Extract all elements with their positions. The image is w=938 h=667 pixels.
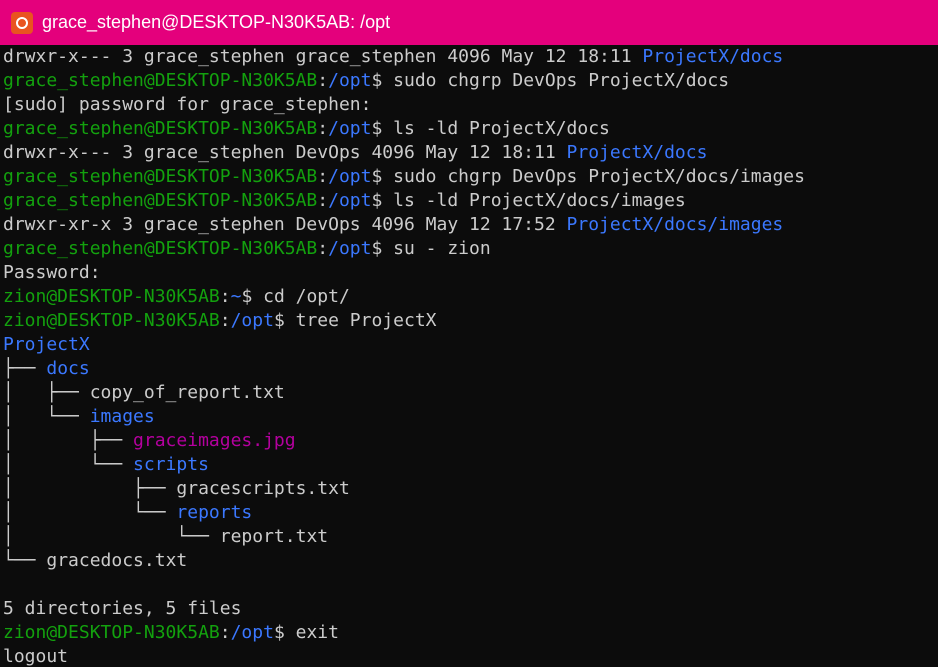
terminal-line: grace_stephen@DESKTOP-N30K5AB:/opt$ sudo… (3, 165, 938, 189)
terminal-text: drwxr-x--- 3 grace_stephen DevOps 4096 M… (3, 142, 567, 163)
terminal-line: 5 directories, 5 files (3, 597, 938, 621)
terminal-text: grace_stephen@DESKTOP-N30K5AB (3, 166, 318, 187)
terminal-text: reports (176, 502, 253, 523)
terminal-text: /opt (328, 118, 372, 139)
terminal-line: │ └── reports (3, 501, 938, 525)
terminal-line: grace_stephen@DESKTOP-N30K5AB:/opt$ ls -… (3, 189, 938, 213)
terminal-text: : (317, 238, 329, 259)
terminal-line: drwxr-xr-x 3 grace_stephen DevOps 4096 M… (3, 213, 938, 237)
terminal-line: │ └── images (3, 405, 938, 429)
terminal-text: report.txt (219, 526, 329, 547)
terminal-text: logout (3, 646, 69, 667)
terminal-text: zion@DESKTOP-N30K5AB (3, 310, 220, 331)
terminal-text: docs (46, 358, 90, 379)
terminal-text: : (219, 286, 231, 307)
terminal-text: ProjectX/docs/images (566, 214, 784, 235)
terminal-text: /opt (328, 238, 372, 259)
terminal-text: gracedocs.txt (46, 550, 188, 571)
terminal-text: : (317, 118, 329, 139)
terminal-text: grace_stephen@DESKTOP-N30K5AB (3, 118, 318, 139)
terminal-text: $ exit (273, 622, 339, 643)
ubuntu-icon[interactable] (11, 11, 33, 34)
terminal-text: │ ├── (3, 478, 177, 499)
terminal-text: $ ls -ld ProjectX/docs/images (371, 190, 686, 211)
terminal-text: : (317, 190, 329, 211)
terminal-text: ├── (3, 358, 47, 379)
title-bar[interactable]: grace_stephen@DESKTOP-N30K5AB: /opt (0, 0, 938, 45)
terminal-text: : (317, 166, 329, 187)
terminal-text: │ └── (3, 454, 134, 475)
terminal-text: /opt (328, 70, 372, 91)
terminal-text: graceimages.jpg (133, 430, 296, 451)
terminal-text: : (317, 70, 329, 91)
terminal-text: ProjectX/docs (642, 46, 784, 67)
terminal-text: │ ├── (3, 382, 90, 403)
terminal-text: $ su - zion (371, 238, 491, 259)
terminal-output[interactable]: drwxr-x--- 3 grace_stephen grace_stephen… (0, 45, 938, 667)
terminal-text: grace_stephen@DESKTOP-N30K5AB (3, 190, 318, 211)
terminal-text: grace_stephen@DESKTOP-N30K5AB (3, 238, 318, 259)
terminal-text: └── (3, 550, 47, 571)
terminal-text: │ ├── (3, 430, 134, 451)
terminal-text: /opt (230, 622, 274, 643)
terminal-text: : (219, 622, 231, 643)
terminal-line: Password: (3, 261, 938, 285)
terminal-line: zion@DESKTOP-N30K5AB:/opt$ tree ProjectX (3, 309, 938, 333)
terminal-text: copy_of_report.txt (89, 382, 285, 403)
terminal-line: zion@DESKTOP-N30K5AB:/opt$ exit (3, 621, 938, 645)
terminal-text: $ cd /opt/ (241, 286, 350, 307)
terminal-text: /opt (328, 190, 372, 211)
terminal-text: /opt (328, 166, 372, 187)
terminal-line: drwxr-x--- 3 grace_stephen grace_stephen… (3, 45, 938, 69)
terminal-line: zion@DESKTOP-N30K5AB:~$ cd /opt/ (3, 285, 938, 309)
terminal-line: │ ├── graceimages.jpg (3, 429, 938, 453)
terminal-line: └── gracedocs.txt (3, 549, 938, 573)
terminal-text: 5 directories, 5 files (3, 598, 242, 619)
terminal-text: $ ls -ld ProjectX/docs (371, 118, 610, 139)
terminal-window: grace_stephen@DESKTOP-N30K5AB: /opt drwx… (0, 0, 938, 667)
terminal-text: gracescripts.txt (176, 478, 350, 499)
terminal-text: $ sudo chgrp DevOps ProjectX/docs/images (371, 166, 805, 187)
terminal-text: Password: (3, 262, 101, 283)
terminal-line: │ └── scripts (3, 453, 938, 477)
terminal-line: drwxr-x--- 3 grace_stephen DevOps 4096 M… (3, 141, 938, 165)
terminal-line: [sudo] password for grace_stephen: (3, 93, 938, 117)
terminal-text: ProjectX (3, 334, 90, 355)
terminal-text: ProjectX/docs (566, 142, 708, 163)
terminal-text: $ sudo chgrp DevOps ProjectX/docs (371, 70, 730, 91)
terminal-line: │ ├── gracescripts.txt (3, 477, 938, 501)
terminal-text: drwxr-x--- 3 grace_stephen grace_stephen… (3, 46, 643, 67)
terminal-text: /opt (230, 310, 274, 331)
terminal-text: drwxr-xr-x 3 grace_stephen DevOps 4096 M… (3, 214, 567, 235)
terminal-text: │ └── (3, 406, 90, 427)
terminal-text: images (89, 406, 155, 427)
terminal-line: logout (3, 645, 938, 667)
terminal-text: │ └── (3, 502, 177, 523)
terminal-text: : (219, 310, 231, 331)
terminal-line: │ ├── copy_of_report.txt (3, 381, 938, 405)
terminal-text: $ tree ProjectX (273, 310, 437, 331)
terminal-line: grace_stephen@DESKTOP-N30K5AB:/opt$ su -… (3, 237, 938, 261)
terminal-text: zion@DESKTOP-N30K5AB (3, 622, 220, 643)
terminal-text: ~ (230, 286, 242, 307)
terminal-line: grace_stephen@DESKTOP-N30K5AB:/opt$ ls -… (3, 117, 938, 141)
terminal-line: ProjectX (3, 333, 938, 357)
terminal-text: [sudo] password for grace_stephen: (3, 94, 372, 115)
terminal-text: grace_stephen@DESKTOP-N30K5AB (3, 70, 318, 91)
window-title: grace_stephen@DESKTOP-N30K5AB: /opt (42, 12, 391, 32)
terminal-line: ├── docs (3, 357, 938, 381)
terminal-text: zion@DESKTOP-N30K5AB (3, 286, 220, 307)
terminal-text: scripts (133, 454, 209, 475)
terminal-text: │ └── (3, 526, 220, 547)
terminal-line: grace_stephen@DESKTOP-N30K5AB:/opt$ sudo… (3, 69, 938, 93)
terminal-line: │ └── report.txt (3, 525, 938, 549)
